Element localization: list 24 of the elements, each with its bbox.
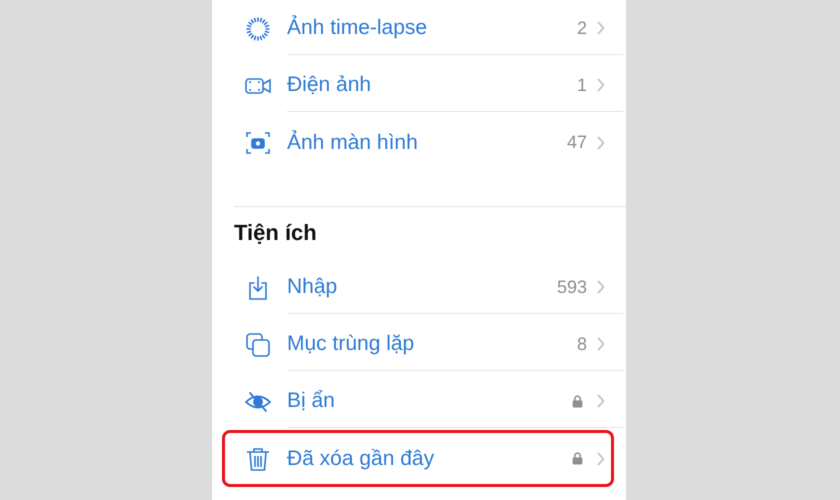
chevron-icon: [597, 337, 605, 351]
album-label[interactable]: Mục trùng lặp: [287, 332, 577, 356]
chevron-icon: [597, 78, 605, 92]
chevron-icon: [597, 280, 605, 294]
camera-frame-icon: [245, 130, 271, 156]
chevron-icon: [597, 452, 605, 466]
dashed-circle-icon: [245, 16, 271, 42]
chevron-icon: [597, 136, 605, 150]
album-label[interactable]: Bị ẩn: [287, 389, 572, 413]
item-count: 47: [566, 132, 587, 153]
item-count: 593: [556, 276, 587, 298]
item-count: 2: [576, 18, 587, 38]
album-label[interactable]: Điện ảnh: [287, 73, 577, 97]
item-count: 8: [576, 334, 587, 354]
album-label[interactable]: Nhập: [287, 275, 557, 299]
album-label[interactable]: Đã xóa gần đây: [287, 446, 572, 470]
chevron-icon: [597, 21, 605, 35]
section-title: Tiện ích: [233, 219, 318, 247]
chevron-icon: [597, 394, 605, 408]
album-label[interactable]: Ảnh màn hình: [287, 130, 567, 154]
stacked-squares-icon: [245, 332, 271, 358]
album-label[interactable]: Ảnh time-lapse: [287, 16, 577, 40]
item-count: 1: [576, 74, 587, 96]
trash-icon: [245, 446, 271, 472]
